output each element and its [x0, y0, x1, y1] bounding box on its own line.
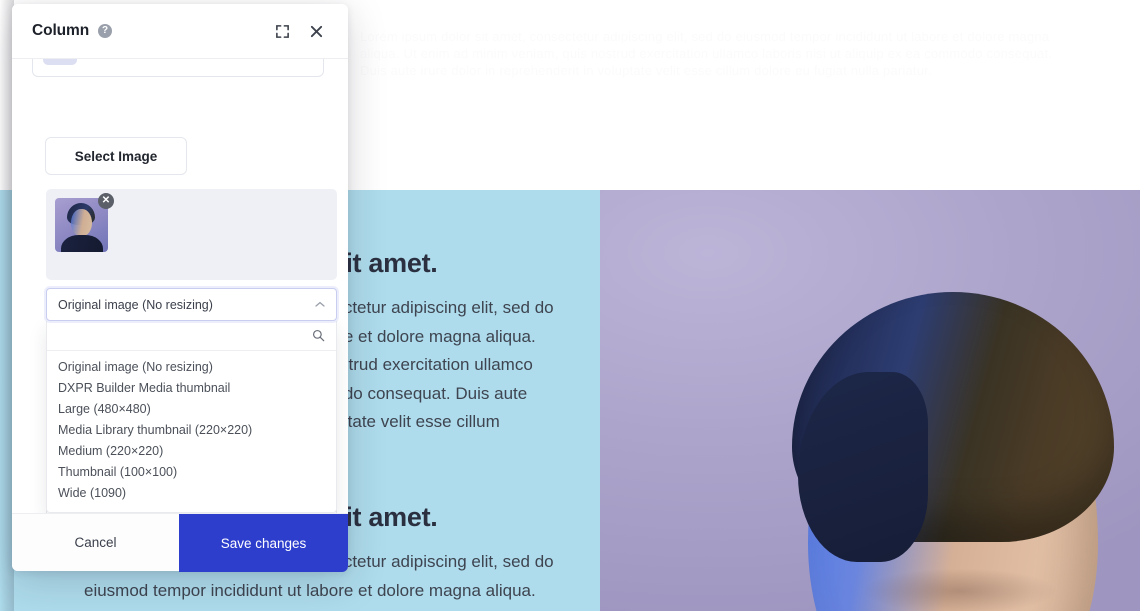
dropdown-option[interactable]: Medium (220×220): [47, 441, 336, 462]
image-thumbnail-item[interactable]: ✕: [55, 193, 114, 252]
selected-image-tray: ✕: [46, 189, 337, 280]
cancel-button[interactable]: Cancel: [12, 514, 179, 571]
scrolled-out-field-label: Select color: [89, 59, 152, 62]
dropdown-option[interactable]: Original image (No resizing): [47, 357, 336, 378]
image-size-dropdown: Original image (No resizing) DXPR Builde…: [46, 321, 337, 513]
remove-image-icon[interactable]: ✕: [98, 193, 114, 209]
modal-footer: Cancel Save changes: [12, 513, 348, 572]
expand-fullscreen-icon[interactable]: [270, 19, 294, 43]
dropdown-search-row[interactable]: [47, 321, 336, 351]
dropdown-option[interactable]: Large (480×480): [47, 399, 336, 420]
save-changes-button[interactable]: Save changes: [179, 514, 348, 572]
page-faint-text: Lorem ipsum dolor sit amet, consectetur …: [360, 29, 1053, 78]
search-icon: [312, 329, 325, 342]
dropdown-option[interactable]: DXPR Builder Media thumbnail: [47, 378, 336, 399]
chevron-up-icon: [315, 300, 325, 310]
dropdown-search-input[interactable]: [58, 328, 312, 343]
dropdown-option-list: Original image (No resizing) DXPR Builde…: [47, 351, 336, 512]
scrolled-out-field[interactable]: Select color: [32, 59, 324, 77]
modal-body: Select color Select Image ✕ Original ima…: [12, 59, 348, 513]
image-size-combobox[interactable]: Original image (No resizing): [46, 288, 337, 321]
dropdown-option[interactable]: Wide (1090): [47, 483, 336, 504]
column-settings-modal: Column ? Select color Select Image: [12, 4, 348, 572]
modal-title: Column: [32, 22, 90, 39]
portrait-photo: [600, 190, 1140, 611]
select-image-button[interactable]: Select Image: [45, 137, 187, 175]
dropdown-option[interactable]: Thumbnail (100×100): [47, 462, 336, 483]
dropdown-option[interactable]: Media Library thumbnail (220×220): [47, 420, 336, 441]
hero-image-panel: [600, 190, 1140, 611]
close-icon[interactable]: [304, 19, 328, 43]
modal-header: Column ?: [12, 4, 348, 59]
help-circle-icon[interactable]: ?: [98, 24, 113, 38]
color-swatch: [43, 59, 77, 65]
image-size-selected-value: Original image (No resizing): [58, 297, 213, 312]
